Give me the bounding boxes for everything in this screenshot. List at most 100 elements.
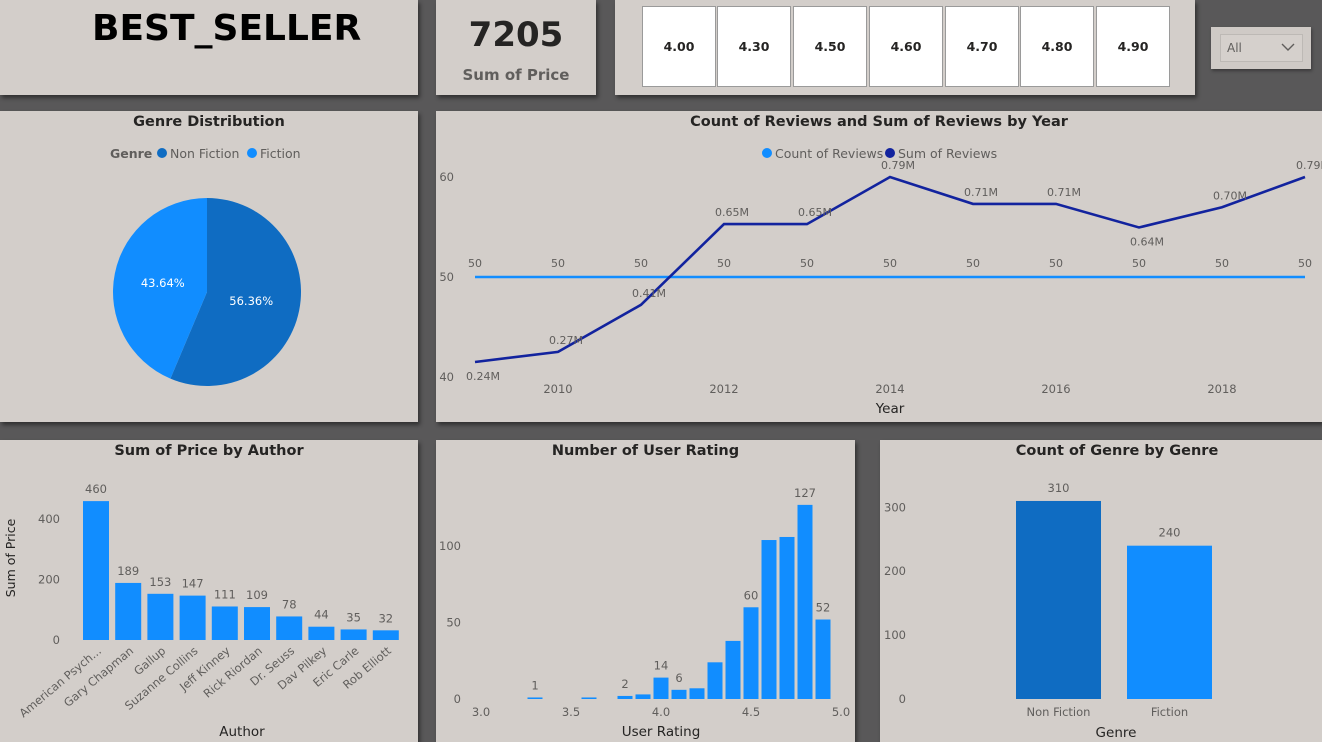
data-label: 147 xyxy=(182,577,204,591)
x-tick-label: 2016 xyxy=(1041,382,1070,396)
reviews-by-year-card: Count of Reviews and Sum of Reviews by Y… xyxy=(436,111,1322,422)
data-label: 50 xyxy=(800,257,814,270)
bar xyxy=(653,677,669,699)
price-by-author-chart: Sum of Price Author 0200400460American P… xyxy=(3,482,399,740)
y-axis-title: Sum of Price xyxy=(3,518,18,597)
data-label: 0.70M xyxy=(1213,189,1247,202)
data-label: 50 xyxy=(551,257,565,270)
bar xyxy=(179,595,206,640)
genre-distribution-card: Genre Distribution Genre Non Fiction Fic… xyxy=(0,111,418,422)
dropdown-select[interactable]: All xyxy=(1220,34,1303,62)
x-tick-label: 3.5 xyxy=(562,705,580,719)
x-axis-title: User Rating xyxy=(622,724,701,740)
bar xyxy=(581,697,597,699)
legend-marker xyxy=(885,148,895,158)
data-label: 50 xyxy=(1132,257,1146,270)
data-label: 0.71M xyxy=(964,186,998,199)
bar xyxy=(340,629,367,640)
bar xyxy=(797,504,813,699)
y-tick-label: 0 xyxy=(53,633,60,647)
data-label: 50 xyxy=(634,257,648,270)
x-tick-label: Fiction xyxy=(1151,705,1188,719)
x-tick-label: 4.0 xyxy=(652,705,670,719)
y-tick-label: 200 xyxy=(38,573,60,587)
y-tick-label: 50 xyxy=(446,616,461,630)
kpi-label: Sum of Price xyxy=(462,66,570,84)
legend-item: Non Fiction xyxy=(170,146,239,161)
data-label: 460 xyxy=(85,482,107,496)
x-tick-label: Non Fiction xyxy=(1027,705,1091,719)
slicer-tile[interactable]: 4.00 xyxy=(642,6,716,87)
x-tick-label: 5.0 xyxy=(832,705,850,719)
data-label: 0.65M xyxy=(798,206,832,219)
user-rating-card: Number of User Rating User Rating 0 50 100… xyxy=(436,440,855,742)
data-label: 78 xyxy=(282,597,297,611)
data-label: 52 xyxy=(816,601,831,615)
data-label: 14 xyxy=(654,659,669,673)
data-label: 35 xyxy=(346,610,361,624)
x-axis-title: Author xyxy=(219,724,265,740)
genre-count-chart: Genre 0 100 200 300 310 Non Fiction 240 Fiction xyxy=(884,481,1212,741)
genre-pie-chart: Genre Non Fiction Fiction 56.36% 43.64% xyxy=(110,146,301,387)
bar xyxy=(308,626,335,640)
y-tick-label: 50 xyxy=(439,270,454,284)
data-label: 1 xyxy=(531,678,538,692)
slicer-tile[interactable]: 4.60 xyxy=(869,6,943,87)
dropdown-value: All xyxy=(1227,41,1242,55)
slicer-tile[interactable]: 4.90 xyxy=(1096,6,1170,87)
data-label: 32 xyxy=(378,611,393,625)
data-label: 0.79M xyxy=(881,159,915,172)
data-label: 2 xyxy=(621,677,628,691)
y-tick-label: 200 xyxy=(884,564,906,578)
x-tick-label: 2014 xyxy=(875,382,904,396)
x-tick-label: 4.5 xyxy=(742,705,760,719)
legend-item: Fiction xyxy=(260,146,301,161)
legend-title: Genre xyxy=(110,146,152,161)
slicer-tile[interactable]: 4.80 xyxy=(1020,6,1094,87)
bar xyxy=(725,640,741,699)
title-card: BEST_SELLER xyxy=(0,0,418,95)
x-tick-label: 2012 xyxy=(709,382,738,396)
user-rating-chart: User Rating 0 50 100 3.0 3.5 4.0 4.5 5.0 1 2 14 6 60… xyxy=(439,486,850,740)
bar xyxy=(372,630,399,640)
data-label: 240 xyxy=(1159,526,1181,540)
bar xyxy=(276,616,303,640)
kpi-card: 7205 Sum of Price xyxy=(436,0,596,95)
x-tick-label: 2018 xyxy=(1207,382,1236,396)
chevron-down-icon xyxy=(1281,43,1295,51)
slicer-tile[interactable]: 4.30 xyxy=(717,6,791,87)
data-label: 153 xyxy=(149,575,171,589)
data-label: 109 xyxy=(246,588,268,602)
bar xyxy=(815,619,831,699)
data-label: 50 xyxy=(468,257,482,270)
pie-data-label: 43.64% xyxy=(141,276,185,290)
bar xyxy=(761,540,777,699)
dropdown-slicer: All xyxy=(1211,27,1311,69)
bar xyxy=(779,536,795,699)
slicer-tile[interactable]: 4.50 xyxy=(793,6,867,87)
genre-count-card: Count of Genre by Genre Genre 0 100 200 300… xyxy=(880,440,1322,742)
bar xyxy=(527,697,543,699)
y-tick-label: 60 xyxy=(439,170,454,184)
y-tick-label: 0 xyxy=(454,692,461,706)
y-tick-label: 300 xyxy=(884,500,906,514)
y-tick-label: 40 xyxy=(439,370,454,384)
bar xyxy=(707,662,723,699)
data-label: 310 xyxy=(1048,481,1070,495)
bar xyxy=(617,695,633,699)
data-label: 6 xyxy=(675,671,682,685)
data-label: 50 xyxy=(1049,257,1063,270)
y-tick-label: 100 xyxy=(884,628,906,642)
bar xyxy=(1016,500,1101,699)
x-axis-title: Year xyxy=(875,401,905,417)
bar xyxy=(244,607,270,640)
data-label: 60 xyxy=(744,588,759,602)
data-label: 0.24M xyxy=(466,370,500,383)
bar xyxy=(115,582,142,640)
bar xyxy=(83,501,109,640)
y-tick-label: 0 xyxy=(899,692,906,706)
slicer-tile[interactable]: 4.70 xyxy=(945,6,1019,87)
data-label: 0.65M xyxy=(715,206,749,219)
pie-data-label: 56.36% xyxy=(229,294,273,308)
data-label: 50 xyxy=(883,257,897,270)
